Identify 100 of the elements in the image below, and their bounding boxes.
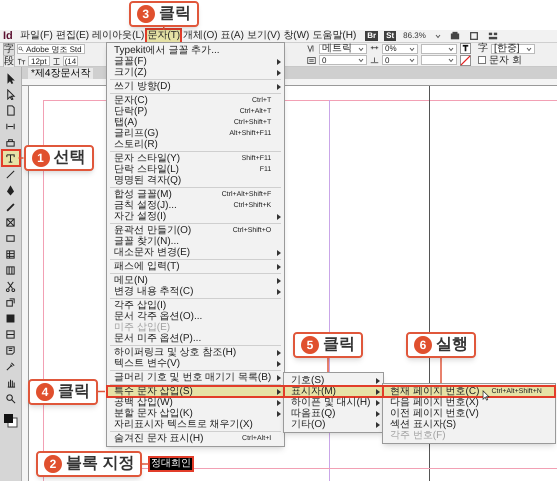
menu-bar-item[interactable]: 도움말(H): [312, 30, 356, 42]
menu-bar-item[interactable]: 문자(T): [147, 30, 180, 42]
caret-icon: [526, 46, 532, 52]
menu-item[interactable]: 하이픈 및 대시(H): [284, 397, 384, 408]
step-number: 2: [44, 455, 62, 473]
menu-item[interactable]: 기호(S): [284, 375, 384, 386]
menu-item[interactable]: 글꼴 찾기(N)...: [107, 236, 284, 247]
paragraph-mode-button[interactable]: 段: [3, 54, 15, 68]
columns-icon: [5, 264, 16, 276]
menu-item[interactable]: 명명된 격자(Q): [107, 175, 284, 186]
font-size-icon: [17, 56, 26, 66]
menu-item[interactable]: 자간 설정(I): [107, 211, 284, 222]
page-icon: [5, 104, 16, 116]
stock-button[interactable]: St: [384, 31, 396, 41]
menu-item[interactable]: 문서 각주 옵션(O)...: [107, 311, 284, 322]
baseline-shift-field[interactable]: 0: [382, 55, 418, 66]
tracking-field[interactable]: 0%: [382, 44, 418, 54]
checkbox-label: 문자 회: [489, 54, 522, 66]
checkbox[interactable]: [478, 56, 486, 64]
leading-icon: [52, 56, 61, 66]
submenu-arrow-icon: [277, 250, 282, 256]
eyedropper-icon: [5, 360, 16, 372]
rectangle-icon: [5, 232, 16, 244]
kerning-icon: [307, 44, 316, 54]
mouse-pointer-icon: [482, 390, 490, 401]
callout-label: 실행: [436, 335, 468, 355]
menu-item[interactable]: 자리표시자 텍스트로 채우기(X): [107, 419, 284, 430]
document-tab[interactable]: *제4장문서작: [28, 68, 94, 79]
crossed-frame-icon: [5, 216, 16, 228]
menu-item[interactable]: 메모(N): [107, 275, 284, 286]
kerning-select[interactable]: 메트릭: [319, 44, 367, 54]
menu-bar-item[interactable]: 개체(O): [183, 30, 218, 42]
step-number: 6: [414, 336, 432, 354]
menu-item[interactable]: 섹션 표시자(S): [383, 419, 555, 430]
menu-item[interactable]: 특수 문자 삽입(S): [107, 386, 284, 397]
menu-item[interactable]: 각주 삽입(I): [107, 300, 284, 311]
step-number: 5: [301, 336, 319, 354]
menu-item[interactable]: Typekit에서 글꼴 추가...: [107, 45, 284, 56]
menu-item: 각주 번호(F): [383, 430, 555, 441]
gradient-feather-icon: [5, 328, 16, 340]
menu-item[interactable]: 크기(Z): [107, 67, 284, 78]
type-tool-icon: [5, 152, 16, 164]
submenu-arrow-icon: [277, 264, 282, 270]
menu-item[interactable]: 텍스트 변수(V): [107, 358, 284, 369]
menu-item[interactable]: 글꼴(F): [107, 56, 284, 67]
menu-item[interactable]: 분할 문자 삽입(K): [107, 408, 284, 419]
menu-item[interactable]: 이전 페이지 번호(V): [383, 408, 555, 419]
menu-item[interactable]: 쓰기 방향(D): [107, 81, 284, 92]
character-mode-button[interactable]: 字: [3, 42, 15, 56]
step-number: 4: [36, 382, 54, 400]
text-fill-icon: [460, 43, 471, 54]
bridge-button[interactable]: Br: [365, 31, 378, 41]
step-number: 3: [136, 5, 155, 23]
transform-icon: [5, 296, 16, 308]
frame-view-icon: [469, 31, 480, 41]
gradient-icon: [5, 312, 16, 324]
menu-item[interactable]: 기타(O): [284, 419, 384, 430]
callout-label: 클릭: [58, 382, 90, 402]
table-icon: [5, 248, 16, 260]
arrow-pointer-icon: [5, 72, 16, 84]
step-number: 1: [32, 149, 50, 167]
tool-button[interactable]: [2, 151, 18, 165]
pen-icon: [5, 184, 16, 196]
menu-item[interactable]: 표시자(M): [284, 386, 384, 397]
menu-item[interactable]: 하이퍼링크 및 상호 참조(H): [107, 347, 284, 358]
menu-item[interactable]: 다음 페이지 번호(X): [383, 397, 555, 408]
language-label: 字: [478, 43, 488, 54]
menu-bar-item[interactable]: 레이아웃(L): [92, 30, 144, 42]
menu-bar-item[interactable]: 표(A): [220, 30, 244, 42]
zoom-select[interactable]: 86.3%: [403, 31, 442, 41]
language-field[interactable]: [한중]: [491, 44, 535, 54]
hollow-arrow-icon: [5, 88, 16, 100]
callout-label: 선택: [54, 148, 86, 168]
search-icon: [18, 46, 25, 52]
menu-item[interactable]: 문서 미주 옵션(P)...: [107, 333, 284, 344]
font-family-field[interactable]: Adobe 명조 Std: [17, 44, 85, 54]
menu-bar-item[interactable]: 창(W): [283, 30, 310, 42]
menu-bar-item[interactable]: 보기(V): [246, 30, 280, 42]
menu-item[interactable]: 공백 삽입(W): [107, 397, 284, 408]
line-icon: [5, 168, 16, 180]
menu-bar-item[interactable]: 파일(F): [20, 30, 53, 42]
menu-item[interactable]: 글머리 기호 및 번호 매기기 목록(B): [107, 372, 284, 383]
pencil-icon: [5, 200, 16, 212]
callout-label: 클릭: [158, 4, 191, 24]
app-logo: Id: [3, 30, 14, 42]
submenu-arrow-icon: [277, 84, 282, 90]
menu-item[interactable]: 따옴표(Q): [284, 408, 384, 419]
menu-item[interactable]: 패스에 입력(T): [107, 261, 284, 272]
submenu-arrow-icon: [277, 214, 282, 220]
menu-item[interactable]: 스토리(R): [107, 139, 284, 150]
menu-item[interactable]: 대소문자 변경(E): [107, 247, 284, 258]
vertical-scale-icon: [307, 56, 316, 65]
note-icon: [5, 344, 16, 356]
menu-item[interactable]: 변경 내용 추적(C): [107, 286, 284, 297]
leading-field[interactable]: (14: [62, 56, 78, 66]
zoom-icon: [5, 392, 16, 404]
font-size-field[interactable]: 12pt: [28, 56, 50, 66]
layout-icon: [488, 31, 498, 41]
menu-bar-item[interactable]: 편집(E): [56, 30, 90, 42]
vertical-scale-field[interactable]: 0: [319, 55, 367, 66]
